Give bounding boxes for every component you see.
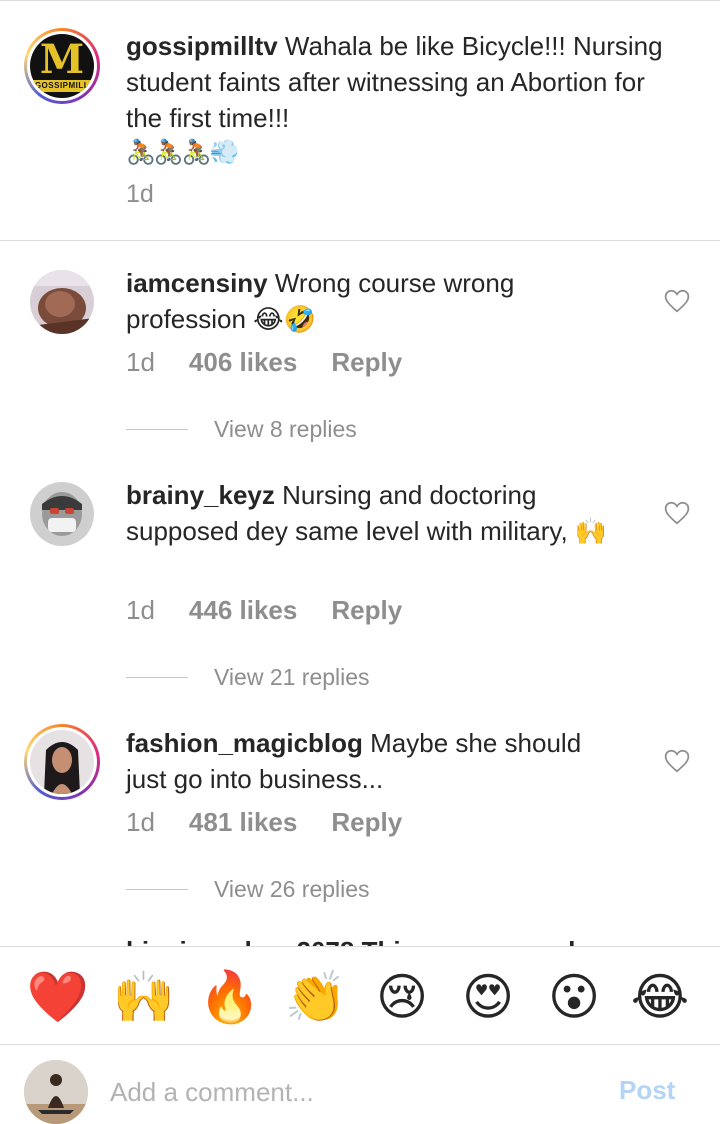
comment-time: 1d — [126, 807, 155, 837]
view-replies-label[interactable]: View 8 replies — [214, 414, 357, 444]
heart-eyes-emoji-button[interactable]: 😍 — [454, 967, 522, 1027]
view-replies-line — [126, 677, 188, 678]
comment-time: 1d — [126, 347, 155, 377]
view-replies-line — [126, 429, 188, 430]
my-avatar — [24, 1060, 88, 1124]
comment-time: 1d — [126, 595, 155, 625]
post-caption: M GOSSIPMILL gossipmilltv Wahala be like… — [0, 0, 720, 240]
emoji-quick-bar: ❤️ 🙌 🔥 👏 😢 😍 😮 😂 — [0, 947, 720, 1045]
comment-likes[interactable]: 406 likes — [189, 347, 297, 378]
comment-meta: 1d 481 likes Reply — [126, 807, 402, 838]
comment-text: fashion_magicblog Maybe she should just … — [126, 725, 626, 797]
comment-text: iamcensiny Wrong course wrong profession… — [126, 265, 626, 337]
comment-username[interactable]: brainy_keyz — [126, 480, 275, 510]
view-replies-label[interactable]: View 26 replies — [214, 874, 370, 904]
raising-hands-emoji-button[interactable]: 🙌 — [110, 967, 178, 1027]
caption-timestamp: 1d — [126, 180, 154, 208]
comment-username[interactable]: fashion_magicblog — [126, 728, 363, 758]
comment-username[interactable]: iamcensiny — [126, 268, 268, 298]
avatar[interactable] — [30, 482, 94, 546]
view-replies-line — [126, 889, 188, 890]
laughing-emoji-button[interactable]: 😂 — [626, 967, 694, 1027]
caption-username[interactable]: gossipmilltv — [126, 31, 278, 61]
surprised-emoji-button[interactable]: 😮 — [540, 967, 608, 1027]
comment-meta: 1d 406 likes Reply — [126, 347, 402, 378]
reply-button[interactable]: Reply — [331, 347, 402, 378]
post-button[interactable]: Post — [619, 1075, 675, 1106]
reply-button[interactable]: Reply — [331, 595, 402, 626]
heart-emoji-button[interactable]: ❤️ — [24, 967, 92, 1027]
avatar[interactable] — [24, 724, 100, 800]
comment-text: brainy_keyz Nursing and doctoring suppos… — [126, 477, 626, 549]
like-heart-icon[interactable] — [664, 749, 690, 773]
fire-emoji-button[interactable]: 🔥 — [196, 967, 264, 1027]
comment-likes[interactable]: 446 likes — [189, 595, 297, 626]
comment-meta: 1d 446 likes Reply — [126, 595, 402, 626]
composer-divider — [0, 1044, 720, 1045]
view-replies-label[interactable]: View 21 replies — [214, 662, 370, 692]
add-comment-input[interactable] — [110, 1070, 590, 1114]
reply-button[interactable]: Reply — [331, 807, 402, 838]
caption-avatar[interactable]: M GOSSIPMILL — [24, 28, 100, 104]
clapping-emoji-button[interactable]: 👏 — [282, 967, 350, 1027]
caption-text: gossipmilltv Wahala be like Bicycle!!! N… — [126, 28, 686, 136]
avatar[interactable] — [30, 270, 94, 334]
caption-divider — [0, 240, 720, 241]
like-heart-icon[interactable] — [664, 501, 690, 525]
next-comment-peek: hispirer_drew2078 This course need — [126, 936, 575, 946]
comment-likes[interactable]: 481 likes — [189, 807, 297, 838]
crying-emoji-button[interactable]: 😢 — [368, 967, 436, 1027]
caption-emojis: 🚴🏾🚴🏾🚴🏾💨 — [126, 139, 240, 166]
like-heart-icon[interactable] — [664, 289, 690, 313]
gossipmill-logo: M GOSSIPMILL — [30, 34, 94, 98]
